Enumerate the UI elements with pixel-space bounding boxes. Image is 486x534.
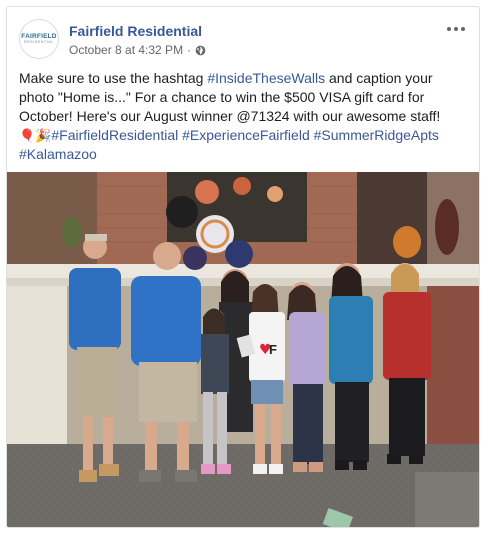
hashtag-kalamazoo[interactable]: #Kalamazoo [19, 146, 97, 162]
hashtag-experiencefairfield[interactable]: #ExperienceFairfield [182, 127, 310, 143]
meta-separator: · [187, 43, 192, 57]
shirt-letter: F [269, 342, 277, 357]
post-timestamp[interactable]: October 8 at 4:32 PM [69, 43, 183, 57]
globe-icon[interactable] [195, 45, 206, 56]
post-meta: October 8 at 4:32 PM · [69, 43, 206, 57]
hashtag-summerridgeapts[interactable]: #SummerRidgeApts [314, 127, 439, 143]
post-message: Make sure to use the hashtag #InsideThes… [19, 69, 471, 164]
page-name-link[interactable]: Fairfield Residential [69, 23, 202, 39]
page-avatar[interactable]: FAIRFIELD RESIDENTIAL [19, 19, 59, 59]
post-header: FAIRFIELD RESIDENTIAL Fairfield Resident… [19, 19, 467, 63]
more-options-icon[interactable] [445, 21, 467, 37]
post-photo[interactable]: ♥ F [7, 172, 479, 527]
message-text-pre: Make sure to use the hashtag [19, 70, 208, 86]
balloon-party-emoji: 🎈🎉 [19, 128, 52, 143]
hashtag-insidethesewalls[interactable]: #InsideTheseWalls [207, 70, 325, 86]
facebook-post: FAIRFIELD RESIDENTIAL Fairfield Resident… [6, 6, 480, 528]
hashtag-fairfieldresidential[interactable]: #FairfieldResidential [51, 127, 178, 143]
group-photo-illustration: ♥ F [7, 172, 479, 527]
avatar-logo-subtext: RESIDENTIAL [24, 40, 54, 44]
